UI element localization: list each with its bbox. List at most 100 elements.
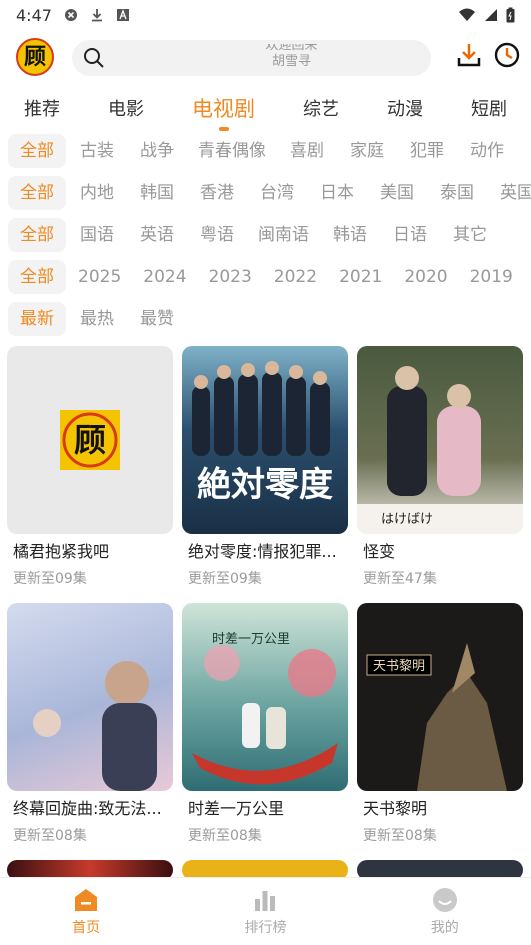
filter-chip[interactable]: 青春偶像 [188,134,276,168]
svg-text:顾: 顾 [24,45,46,70]
filter-chip[interactable]: 古装 [68,134,126,168]
tab-tv-series[interactable]: 电视剧 [192,93,255,123]
card-title: 终幕回旋曲:致无法... [13,799,162,818]
app-logo[interactable]: 顾 [16,38,54,76]
nav-rank[interactable]: 排行榜 [244,887,286,937]
tab-anime[interactable]: 动漫 [387,95,423,121]
filter-chip[interactable]: 国语 [68,218,126,252]
poster-image[interactable] [7,603,173,791]
nav-home-label: 首页 [72,919,101,936]
download-icon[interactable] [455,41,483,69]
status-time: 4:47 [16,5,52,25]
filter-row-region: 全部 内地 韩国 香港 台湾 日本 美国 泰国 英国 [8,176,531,210]
filter-row-sort: 最新 最热 最赞 [8,302,188,336]
poster-figures: 天书黎明 [366,643,507,791]
filter-chip[interactable]: 最热 [68,302,126,336]
video-card[interactable]: 顾 橘君抱紧我吧 更新至09集 [7,346,173,588]
filter-chip[interactable]: 战争 [128,134,186,168]
app-header: 顾 欢迎回来 胡雪寻 [0,38,531,82]
tab-recommend[interactable]: 推荐 [24,95,60,121]
filter-chip[interactable]: 台湾 [248,176,306,210]
filter-chip[interactable]: 韩国 [128,176,186,210]
video-card[interactable]: はけばけ 怪变 更新至47集 [357,346,523,588]
filter-chip[interactable]: 家庭 [338,134,396,168]
video-card[interactable]: 天书黎明 天书黎明 更新至08集 [357,603,523,845]
poster-figures [33,661,157,791]
filter-chip[interactable]: 2023 [199,260,262,294]
card-title: 天书黎明 [363,799,428,818]
blocked-icon [64,9,77,21]
placeholder-logo: 顾 [60,410,120,470]
filter-chip[interactable]: 香港 [188,176,246,210]
tab-variety[interactable]: 综艺 [303,95,339,121]
filter-row-year: 全部 2025 2024 2023 2022 2021 2020 2019 [8,260,525,294]
tab-movie[interactable]: 电影 [108,95,144,121]
nav-home[interactable]: 首页 [72,887,100,937]
text-status-icon [116,9,129,21]
video-card[interactable]: 时差一万公里 时差一万公里 更新至08集 [182,603,348,845]
filter-chip[interactable]: 喜剧 [278,134,336,168]
filter-chip[interactable]: 全部 [8,134,66,168]
poster-image[interactable]: 时差一万公里 [182,603,348,791]
filter-chip[interactable]: 2024 [133,260,196,294]
filter-chip[interactable]: 闽南语 [248,218,319,252]
search-bar[interactable]: 欢迎回来 胡雪寻 [72,40,431,76]
filter-chip[interactable]: 日语 [381,218,439,252]
poster-image[interactable]: 顾 [7,346,173,534]
card-title: 怪变 [363,542,396,561]
search-hint-line2: 胡雪寻 [271,54,311,69]
filter-chip[interactable]: 泰国 [428,176,486,210]
filter-chip[interactable]: 韩语 [321,218,379,252]
filter-chip[interactable]: 动作 [458,134,516,168]
battery-icon [506,7,515,23]
video-card[interactable]: 终幕回旋曲:致无法... 更新至08集 [7,603,173,845]
search-icon [84,48,104,68]
card-title: 绝对零度:情报犯罪... [188,542,337,561]
poster-image[interactable]: はけばけ [357,346,523,534]
filter-chip[interactable]: 全部 [8,176,66,210]
filter-row-genre: 全部 古装 战争 青春偶像 喜剧 家庭 犯罪 动作 [8,134,518,168]
filter-chip[interactable]: 其它 [441,218,499,252]
filter-chip[interactable]: 最赞 [128,302,186,336]
filter-chip[interactable]: 内地 [68,176,126,210]
filter-chip[interactable]: 2020 [394,260,457,294]
history-icon[interactable] [493,41,521,69]
filter-chip[interactable]: 2021 [329,260,392,294]
card-update-status: 更新至09集 [188,571,262,587]
home-icon [75,888,98,911]
nav-rank-label: 排行榜 [244,919,287,936]
filter-chip[interactable]: 犯罪 [398,134,456,168]
card-update-status: 更新至09集 [13,571,87,587]
search-hint: 欢迎回来 胡雪寻 [192,44,391,72]
filter-chip[interactable]: 粤语 [188,218,246,252]
filter-chip[interactable]: 最新 [8,302,66,336]
placeholder-logo-text: 顾 [74,421,106,459]
card-title: 时差一万公里 [188,799,285,818]
poster-image[interactable]: 天书黎明 [357,603,523,791]
filter-chip[interactable]: 美国 [368,176,426,210]
card-update-status: 更新至08集 [13,828,87,844]
filter-chip[interactable]: 全部 [8,218,66,252]
ranking-icon [255,890,276,911]
filter-chip[interactable]: 英语 [128,218,186,252]
poster-figures: はけばけ [357,366,523,534]
video-card[interactable]: 絶対零度 绝对零度:情报犯罪... 更新至09集 [182,346,348,588]
filter-chip[interactable]: 2025 [68,260,131,294]
tab-short-drama[interactable]: 短剧 [471,95,507,121]
filter-chip[interactable]: 全部 [8,260,66,294]
search-hint-line1: 欢迎回来 [265,44,318,53]
card-update-status: 更新至08集 [363,828,437,844]
download-status-icon [91,9,102,22]
filter-chip[interactable]: 2022 [264,260,327,294]
category-tabs: 推荐 电影 电视剧 综艺 动漫 短剧 [0,88,531,128]
status-bar: 4:47 [0,0,531,30]
nav-mine[interactable]: 我的 [431,887,459,937]
poster-image[interactable]: 絶対零度 [182,346,348,534]
nav-mine-label: 我的 [430,919,459,936]
card-title: 橘君抱紧我吧 [13,542,110,561]
filter-chip[interactable]: 日本 [308,176,366,210]
profile-icon [432,887,457,912]
poster-title-text: 时差一万公里 [212,632,290,647]
filter-chip[interactable]: 英国 [488,176,531,210]
filter-chip[interactable]: 2019 [460,260,523,294]
